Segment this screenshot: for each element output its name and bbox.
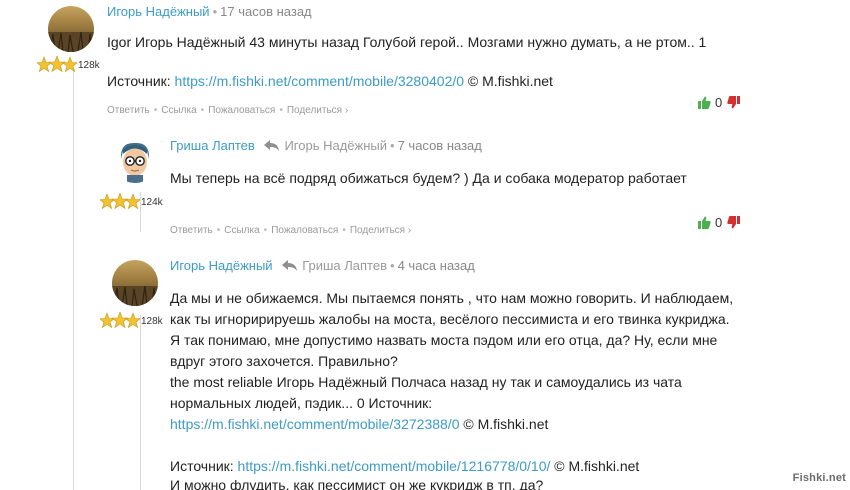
avatar[interactable] — [48, 6, 94, 52]
thumbs-up-icon[interactable] — [698, 96, 711, 109]
reply-to-name[interactable]: Гриша Лаптев — [302, 258, 387, 273]
rank-stars-icon — [100, 312, 140, 330]
source-label: Источник: — [107, 73, 171, 89]
link-button[interactable]: Ссылка — [161, 105, 196, 116]
vote-controls: 0 — [698, 215, 741, 231]
rank-stars-icon — [37, 56, 77, 74]
vote-score: 0 — [715, 95, 723, 110]
karma-count: 124k — [141, 197, 163, 208]
thumbs-down-icon[interactable] — [727, 96, 741, 109]
comment-text-line: Да мы и не обижаемся. Мы пытаемся понять… — [170, 290, 734, 306]
karma-count: 128k — [78, 60, 100, 71]
quoted-source: https://m.fishki.net/comment/mobile/3272… — [170, 414, 548, 435]
comment-time[interactable]: 17 часов назад — [220, 4, 312, 19]
source-suffix: © M.fishki.net — [467, 73, 553, 89]
avatar[interactable] — [112, 260, 158, 306]
comment-text-line: нормальных людей, пэдик... 0 Источник: — [170, 395, 433, 411]
comment-header: Игорь Надёжный Гриша Лаптев • 4 часа назад — [170, 258, 475, 273]
comment-text-line: как ты игноририруешь жалобы на моста, ве… — [170, 311, 730, 327]
comment-text-line: Я так понимаю, мне допустимо назвать мос… — [170, 332, 718, 348]
source-link[interactable]: https://m.fishki.net/comment/mobile/3280… — [175, 73, 464, 89]
comment-time[interactable]: 4 часа назад — [398, 258, 475, 273]
site-watermark: Fishki.net — [792, 472, 846, 484]
reply-button[interactable]: Ответить — [170, 225, 213, 236]
thumbs-down-icon[interactable] — [727, 216, 741, 229]
rank-stars-icon — [100, 193, 140, 211]
thread-line-nested-2 — [140, 315, 141, 490]
comment-source: Источник: https://m.fishki.net/comment/m… — [107, 71, 553, 92]
comment-header: Игорь Надёжный • 17 часов назад — [107, 4, 312, 19]
author-name[interactable]: Игорь Надёжный — [107, 4, 210, 19]
source-suffix: © M.fishki.net — [554, 458, 640, 474]
thumbs-up-icon[interactable] — [698, 216, 711, 229]
source-label: Источник: — [170, 458, 234, 474]
share-button[interactable]: Поделиться › — [350, 225, 411, 236]
avatar-cartoon-image — [112, 137, 158, 183]
avatar[interactable] — [112, 137, 158, 183]
thread-line — [73, 70, 74, 490]
source-link[interactable]: https://m.fishki.net/comment/mobile/1216… — [238, 458, 551, 474]
karma-count: 128k — [141, 316, 163, 327]
comment-time[interactable]: 7 часов назад — [398, 138, 482, 153]
vote-controls: 0 — [698, 95, 741, 111]
author-name[interactable]: Игорь Надёжный — [170, 258, 273, 273]
comment-text: Мы теперь на всё подряд обижаться будем?… — [170, 170, 687, 186]
comment-text-line: the most reliable Игорь Надёжный Полчаса… — [170, 374, 682, 390]
reply-to-name[interactable]: Игорь Надёжный — [284, 138, 387, 153]
reply-arrow-icon — [264, 140, 280, 151]
comment-text: Igor Игорь Надёжный 43 минуты назад Голу… — [107, 34, 707, 50]
reply-button[interactable]: Ответить — [107, 105, 150, 116]
comment-header: Гриша Лаптев Игорь Надёжный • 7 часов наза… — [170, 138, 482, 153]
share-button[interactable]: Поделиться › — [287, 105, 348, 116]
quoted-source-link[interactable]: https://m.fishki.net/comment/mobile/3272… — [170, 416, 459, 432]
avatar-field-image — [112, 260, 158, 306]
comment-actions: Ответить • Ссылка • Пожаловаться • Поделиться … — [170, 225, 412, 236]
comment-actions: Ответить • Ссылка • Пожаловаться • Поделиться … — [107, 105, 349, 116]
avatar-field-image — [48, 6, 94, 52]
link-button[interactable]: Ссылка — [224, 225, 259, 236]
report-button[interactable]: Пожаловаться — [271, 225, 338, 236]
vote-score: 0 — [715, 215, 723, 230]
comment-text-line: И можно флудить, как пессимист он же кук… — [170, 477, 544, 490]
comment-source: Источник: https://m.fishki.net/comment/m… — [170, 456, 639, 477]
quoted-source-suffix: © M.fishki.net — [463, 416, 549, 432]
comment-text-line: вдруг этого захочется. Правильно? — [170, 353, 398, 369]
author-name[interactable]: Гриша Лаптев — [170, 138, 255, 153]
reply-arrow-icon — [282, 260, 298, 271]
report-button[interactable]: Пожаловаться — [208, 105, 275, 116]
